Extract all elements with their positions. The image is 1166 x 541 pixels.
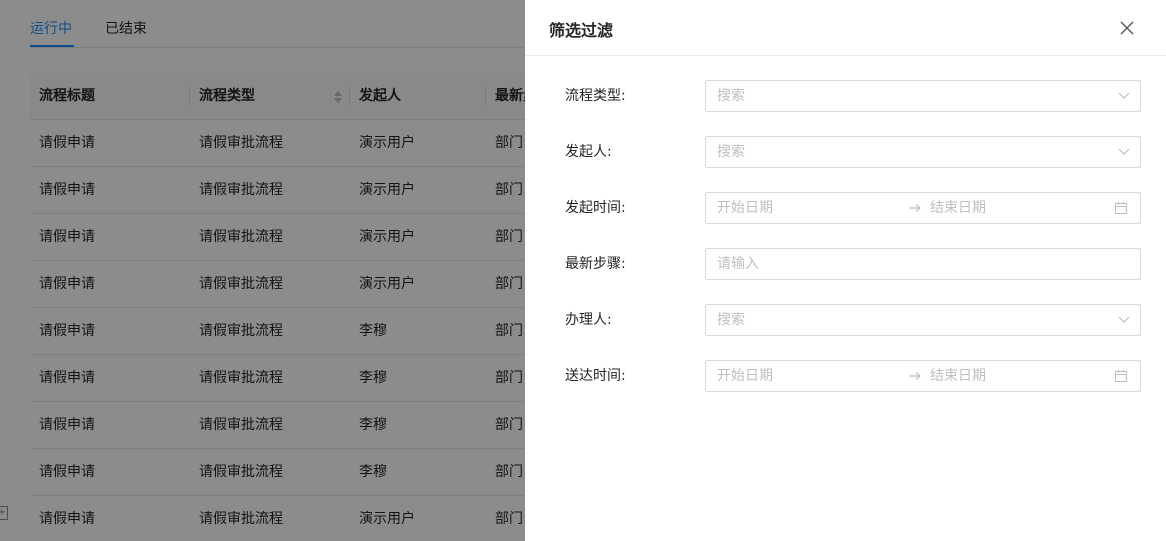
initiator-label: 发起人: bbox=[565, 144, 612, 160]
delivery-time-range-picker[interactable]: 开始日期 结束日期 bbox=[705, 360, 1141, 392]
initiate-time-end[interactable]: 结束日期 bbox=[930, 193, 986, 223]
initiator-select[interactable]: 搜索 bbox=[705, 136, 1141, 168]
drawer-title: 筛选过滤 bbox=[549, 21, 614, 40]
calendar-icon bbox=[1114, 370, 1128, 383]
form-row-initiator: 发起人: 搜索 bbox=[525, 136, 1166, 168]
drawer-header: 筛选过滤 bbox=[525, 0, 1166, 56]
chevron-down-icon bbox=[1118, 316, 1130, 323]
handler-label: 办理人: bbox=[565, 312, 612, 328]
form-row-latest-step: 最新步骤: bbox=[525, 248, 1166, 280]
process-type-select[interactable]: 搜索 bbox=[705, 80, 1141, 112]
delivery-time-end[interactable]: 结束日期 bbox=[930, 361, 986, 391]
handler-select[interactable]: 搜索 bbox=[705, 304, 1141, 336]
arrow-right-icon bbox=[909, 372, 921, 380]
delivery-time-label: 送达时间: bbox=[565, 368, 626, 384]
initiate-time-range-picker[interactable]: 开始日期 结束日期 bbox=[705, 192, 1141, 224]
initiate-time-start[interactable]: 开始日期 bbox=[717, 193, 773, 223]
form-row-initiate-time: 发起时间: 开始日期 结束日期 bbox=[525, 192, 1166, 224]
chevron-down-icon bbox=[1118, 92, 1130, 99]
chevron-down-icon bbox=[1118, 148, 1130, 155]
handler-placeholder: 搜索 bbox=[717, 312, 745, 328]
latest-step-field[interactable] bbox=[705, 248, 1141, 280]
close-icon bbox=[1120, 21, 1134, 35]
process-type-placeholder: 搜索 bbox=[717, 88, 745, 104]
process-type-label: 流程类型: bbox=[565, 88, 626, 104]
filter-drawer: 筛选过滤 流程类型: 搜索 发起人: 搜索 发起时间: 开始日期 结束日期 最新… bbox=[525, 0, 1166, 541]
calendar-icon bbox=[1114, 202, 1128, 215]
initiate-time-label: 发起时间: bbox=[565, 200, 626, 216]
close-button[interactable] bbox=[1113, 14, 1141, 42]
latest-step-label: 最新步骤: bbox=[565, 256, 626, 272]
form-row-delivery-time: 送达时间: 开始日期 结束日期 bbox=[525, 360, 1166, 392]
latest-step-input[interactable] bbox=[706, 249, 1140, 279]
form-row-handler: 办理人: 搜索 bbox=[525, 304, 1166, 336]
initiator-placeholder: 搜索 bbox=[717, 144, 745, 160]
form-row-process-type: 流程类型: 搜索 bbox=[525, 80, 1166, 112]
arrow-right-icon bbox=[909, 204, 921, 212]
delivery-time-start[interactable]: 开始日期 bbox=[717, 361, 773, 391]
